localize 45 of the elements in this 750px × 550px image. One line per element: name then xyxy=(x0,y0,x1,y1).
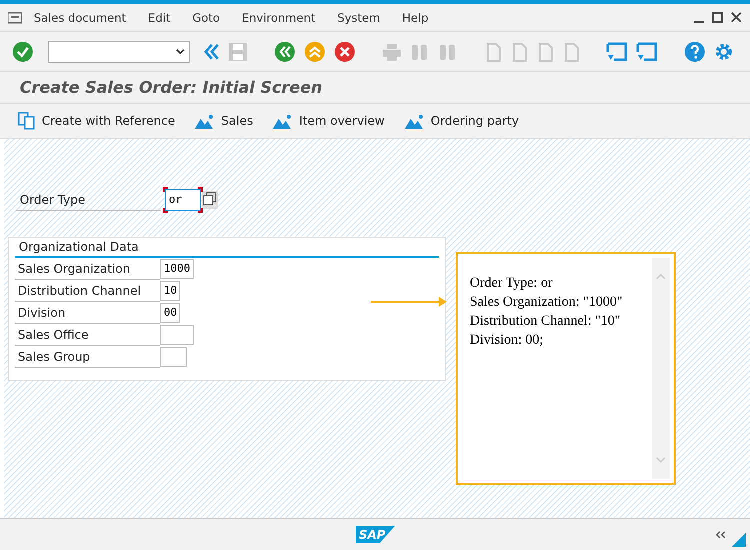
command-field[interactable] xyxy=(48,40,190,62)
dropdown-icon xyxy=(176,48,185,54)
back-icon[interactable] xyxy=(274,40,296,62)
check-icon[interactable] xyxy=(12,40,34,62)
logo: SAP xyxy=(356,526,396,544)
cancel-icon[interactable] xyxy=(334,40,356,62)
menu-item[interactable]: Help xyxy=(402,10,429,24)
settings-icon[interactable] xyxy=(714,42,734,62)
order-type-field[interactable]: or xyxy=(165,189,201,211)
mountain-icon xyxy=(273,114,294,128)
screen-title: Create Sales Order: Initial Screen xyxy=(0,72,750,104)
chevron-down-icon[interactable] xyxy=(656,457,666,463)
input-field[interactable]: 1000 xyxy=(160,259,194,279)
close-icon[interactable] xyxy=(731,12,742,23)
field-label: Order Type xyxy=(16,189,161,211)
menu-item[interactable]: System xyxy=(338,10,380,24)
maximize-icon[interactable] xyxy=(712,12,723,23)
mountain-icon xyxy=(195,114,216,128)
group-title: Organizational Data xyxy=(15,238,439,258)
resize-handle-icon[interactable] xyxy=(732,533,746,547)
double-chevron-icon[interactable] xyxy=(716,530,726,538)
scrollbar[interactable] xyxy=(652,258,670,479)
menu-item[interactable]: Edit xyxy=(148,10,171,24)
value-help-icon[interactable] xyxy=(202,191,218,209)
toolbar-button[interactable]: Sales xyxy=(195,114,254,128)
toolbar-button[interactable]: Ordering party xyxy=(404,114,520,128)
input-field[interactable] xyxy=(160,325,194,345)
up-icon[interactable] xyxy=(304,40,326,62)
window-icon[interactable] xyxy=(636,42,658,62)
window-icon[interactable] xyxy=(606,42,628,62)
copy-icon xyxy=(18,112,36,130)
menu-item[interactable]: Sales document xyxy=(34,10,126,24)
callout-text: Order Type: or Sales Organization: "1000" Distribution Channel: "10" Division: 00; xyxy=(469,275,624,350)
chevron-up-icon[interactable] xyxy=(656,274,666,280)
menu-item[interactable]: Goto xyxy=(192,10,220,24)
toolbar-button[interactable]: Item overview xyxy=(273,114,385,128)
menu-icon[interactable] xyxy=(8,12,22,24)
menu-item[interactable]: Environment xyxy=(242,10,316,24)
double-chevron-icon[interactable] xyxy=(204,42,220,60)
input-field[interactable]: 00 xyxy=(160,303,180,323)
help-icon[interactable] xyxy=(684,40,706,62)
toolbar-button[interactable]: Create with Reference xyxy=(18,112,176,130)
input-field[interactable] xyxy=(160,347,187,367)
input-field[interactable]: 10 xyxy=(160,281,180,301)
mountain-icon xyxy=(404,114,425,128)
